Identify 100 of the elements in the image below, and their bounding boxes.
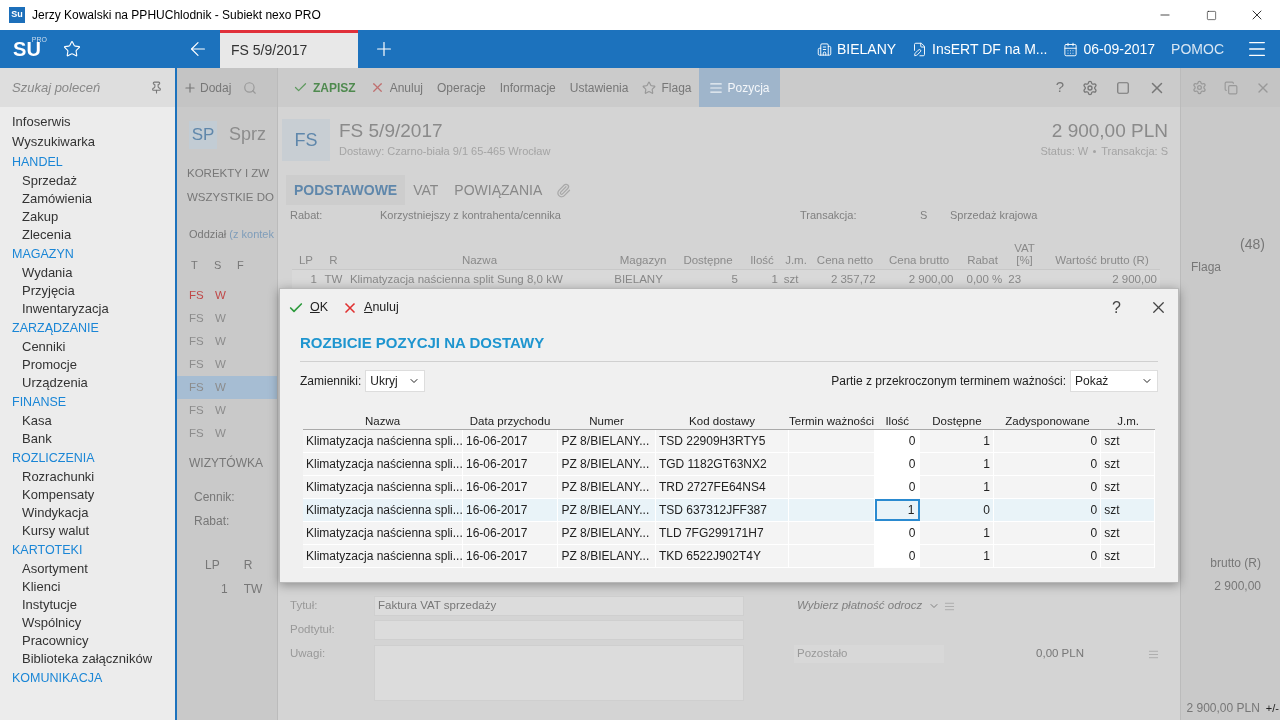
column-header: Zadysponowane: [1004, 415, 1091, 427]
context-button[interactable]: InsERT DF na M...: [912, 38, 1048, 60]
menu-icon[interactable]: [1148, 648, 1159, 660]
column-header: Nazwa: [364, 415, 402, 427]
sidebar-item[interactable]: Sprzedaż: [0, 172, 175, 190]
help-link[interactable]: POMOC: [1171, 38, 1224, 60]
card-title: WIZYTÓWKA: [188, 454, 264, 472]
sidebar-item[interactable]: Asortyment: [0, 560, 175, 578]
column-header: LP: [205, 557, 220, 574]
sidebar-item[interactable]: Kompensaty: [0, 486, 175, 504]
sidebar-item[interactable]: Biblioteka załączników: [0, 650, 175, 668]
sidebar-item[interactable]: Wyszukiwarka: [0, 132, 175, 152]
help-button[interactable]: ?: [1112, 295, 1121, 320]
delivery-row[interactable]: Klimatyzacja naścienna spli... 16-06-2017 PZ 8/BIELANY... TKD 6522J902T4Y 0 1 0 szt: [303, 545, 1155, 568]
document-badge: FS: [282, 119, 330, 161]
column-header: Cena brutto: [887, 254, 951, 266]
row-text: FS W: [189, 402, 226, 418]
field-label: Partie z przekroczonym terminem ważności:: [831, 373, 1066, 390]
sidebar-item[interactable]: Bank: [0, 430, 175, 448]
column-header: Numer: [588, 415, 625, 427]
quantity-field[interactable]: 0: [874, 522, 921, 544]
sidebar-item[interactable]: Pracownicy: [0, 632, 175, 650]
sidebar-item[interactable]: Infoserwis: [0, 112, 175, 132]
delivery-row[interactable]: Klimatyzacja naścienna spli... 16-06-2017 PZ 8/BIELANY... TGD 1182GT63NX2 0 1 0 szt: [303, 453, 1155, 476]
column-header: R: [328, 254, 339, 266]
table-cell: 0: [993, 499, 1102, 521]
sidebar-item[interactable]: Rozrachunki: [0, 468, 175, 486]
document-icon: [912, 41, 928, 57]
sidebar-item[interactable]: Wydania: [0, 264, 175, 282]
table-cell: TSD 22909H3RTY5: [655, 430, 790, 452]
column-header: Wartość brutto (R): [1054, 254, 1150, 266]
quantity-field[interactable]: 1: [874, 499, 921, 521]
attachment-icon[interactable]: [556, 182, 572, 198]
row-text: FS W: [189, 356, 226, 372]
sidebar-item[interactable]: Promocje: [0, 356, 175, 374]
sidebar-item[interactable]: Cenniki: [0, 338, 175, 356]
table-cell: Klimatyzacja naścienna spli...: [303, 430, 463, 452]
sidebar-item[interactable]: Zamówienia: [0, 190, 175, 208]
column-header: Cena netto: [815, 254, 875, 266]
table-cell: szt: [1101, 476, 1155, 498]
expired-batches-dropdown[interactable]: Pokaż: [1070, 370, 1158, 392]
quantity-field[interactable]: 0: [874, 545, 921, 567]
context-button[interactable]: 06-09-2017: [1063, 38, 1156, 60]
column-header: Ilość: [884, 415, 911, 427]
field-label: Tytuł:: [290, 598, 319, 614]
dialog-action-button[interactable]: OK: [288, 298, 329, 317]
quantity-field[interactable]: 0: [874, 430, 921, 452]
table-cell-text: 2 357,72: [829, 272, 877, 288]
sidebar-item[interactable]: Urządzenia: [0, 374, 175, 392]
field-label: Pozostało: [794, 645, 944, 663]
column-header: J.m.: [784, 254, 808, 266]
table-cell: Klimatyzacja naścienna spli...: [303, 453, 463, 475]
substitutes-dropdown[interactable]: Ukryj: [365, 370, 426, 392]
plus-icon: [183, 80, 197, 95]
table-cell-text: 2 900,00: [1213, 578, 1262, 595]
pin-icon: [150, 81, 163, 94]
table-cell: Klimatyzacja naścienna spli...: [303, 499, 463, 521]
table-cell: 16-06-2017: [463, 522, 559, 544]
menu-icon[interactable]: [944, 600, 955, 612]
sidebar-item[interactable]: Kursy walut: [0, 522, 175, 540]
document-amount: 2 900,00 PLN: [1051, 119, 1168, 143]
maximize-icon[interactable]: [1116, 80, 1130, 95]
table-cell: Klimatyzacja naścienna spli...: [303, 522, 463, 544]
sidebar-item[interactable]: Klienci: [0, 578, 175, 596]
quantity-field[interactable]: 0: [874, 453, 921, 475]
row-text: FS W: [189, 379, 226, 395]
dialog-action-button[interactable]: Anuluj: [342, 298, 399, 317]
table-cell-text: 2 900,00: [1111, 272, 1158, 288]
table-cell: TRD 2727FE64NS4: [655, 476, 790, 498]
table-cell-text: 23: [1007, 272, 1023, 288]
table-cell: Klimatyzacja naścienna spli...: [303, 476, 463, 498]
document-tab[interactable]: FS 5/9/2017: [220, 30, 358, 68]
table-cell-text: 1: [309, 272, 318, 288]
context-button[interactable]: BIELANY: [816, 38, 897, 60]
table-cell-text: 1: [221, 581, 228, 598]
table-cell-text: Klimatyzacja naścienna split Sung 8,0 kW: [348, 272, 564, 288]
settings-icon[interactable]: [1191, 80, 1207, 95]
sidebar-item[interactable]: Instytucje: [0, 596, 175, 614]
delivery-row[interactable]: Klimatyzacja naścienna spli... 16-06-2017 PZ 8/BIELANY... TSD 22909H3RTY5 0 1 0 szt: [303, 430, 1155, 453]
sidebar-item[interactable]: Przyjęcia: [0, 282, 175, 300]
sidebar-item[interactable]: Zlecenia: [0, 226, 175, 244]
delivery-row[interactable]: Klimatyzacja naścienna spli... 16-06-2017 PZ 8/BIELANY... TLD 7FG299171H7 0 1 0 szt: [303, 522, 1155, 545]
sidebar-item[interactable]: Inwentaryzacja: [0, 300, 175, 318]
table-cell: 0: [993, 430, 1102, 452]
sign-toggle[interactable]: +/-: [1265, 699, 1279, 717]
quantity-field[interactable]: 0: [874, 476, 921, 498]
delivery-row[interactable]: Klimatyzacja naścienna spli... 16-06-2017 PZ 8/BIELANY... TSD 637312JFF387 1 0 0 szt: [303, 499, 1155, 522]
search-icon[interactable]: [243, 80, 258, 95]
field-value: 0,00 PLN: [1035, 646, 1084, 662]
table-cell: TLD 7FG299171H7: [655, 522, 790, 544]
sidebar-item[interactable]: Windykacja: [0, 504, 175, 522]
sidebar-item[interactable]: Zakup: [0, 208, 175, 226]
sidebar-item[interactable]: Kasa: [0, 412, 175, 430]
list-badge: SP: [189, 120, 217, 149]
app-icon: Su: [9, 7, 25, 23]
settings-icon[interactable]: [1082, 79, 1098, 96]
delivery-row[interactable]: Klimatyzacja naścienna spli... 16-06-2017 PZ 8/BIELANY... TRD 2727FE64NS4 0 1 0 szt: [303, 476, 1155, 499]
table-cell: 1: [920, 522, 994, 544]
sidebar-item[interactable]: Wspólnicy: [0, 614, 175, 632]
restore-icon[interactable]: [1223, 80, 1238, 95]
